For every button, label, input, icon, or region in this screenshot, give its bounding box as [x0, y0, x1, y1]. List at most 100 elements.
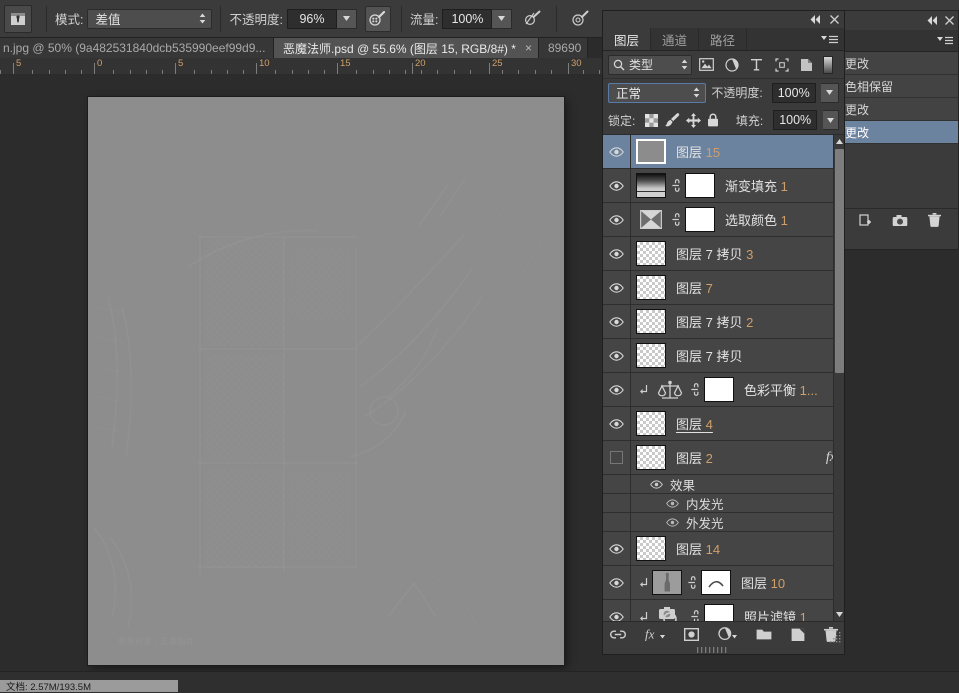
tab-channels[interactable]: 通道: [651, 28, 699, 50]
layer-mask-thumbnail[interactable]: [701, 570, 731, 595]
mask-link-icon[interactable]: [689, 610, 700, 621]
table-row[interactable]: 渐变填充 1: [603, 169, 844, 203]
table-row[interactable]: 图层 15: [603, 135, 844, 169]
table-row[interactable]: 图层 7: [603, 271, 844, 305]
layer-list[interactable]: 图层 15 渐变填充 1: [603, 135, 844, 621]
trash-icon[interactable]: [928, 213, 941, 227]
layer-thumbnail[interactable]: [636, 309, 666, 334]
layer-mask-thumbnail[interactable]: [704, 377, 734, 402]
list-item-effect[interactable]: 外发光: [603, 513, 844, 532]
opacity-dropdown-button[interactable]: [337, 9, 357, 29]
layer-name[interactable]: 图层 7: [676, 278, 713, 297]
collapse-panel-icon[interactable]: [810, 15, 821, 24]
effects-eye-icon[interactable]: [649, 480, 663, 489]
lock-all-button[interactable]: [707, 112, 720, 129]
scroll-up-arrow-icon[interactable]: [834, 135, 844, 148]
layer-fill-dropdown-button[interactable]: [823, 110, 839, 130]
mask-link-icon[interactable]: [689, 383, 700, 396]
layer-name[interactable]: 图层 14: [676, 539, 720, 558]
layer-thumbnail[interactable]: [655, 604, 685, 621]
table-row[interactable]: 选取颜色 1: [603, 203, 844, 237]
filter-shape-layers-button[interactable]: [771, 54, 792, 75]
airbrush-toggle-button[interactable]: [365, 6, 391, 32]
layer-style-button[interactable]: fx: [645, 627, 665, 641]
document-canvas[interactable]: 图虫创意 - 正版图片: [88, 97, 564, 665]
layer-name[interactable]: 色彩平衡 1...: [744, 380, 818, 399]
filter-kind-select[interactable]: 类型: [608, 55, 692, 75]
history-state-list[interactable]: 更改 色相保留 更改 更改: [839, 52, 958, 144]
flow-input[interactable]: 100%: [442, 9, 492, 29]
effect-eye-icon[interactable]: [665, 518, 679, 527]
panel-menu-button[interactable]: [815, 28, 844, 50]
list-item-effects-header[interactable]: 效果: [603, 475, 844, 494]
layer-visibility-toggle[interactable]: [603, 407, 631, 440]
layer-visibility-toggle[interactable]: [603, 373, 631, 406]
add-layer-mask-button[interactable]: [684, 628, 699, 641]
layer-visibility-toggle[interactable]: [603, 169, 631, 202]
layer-thumbnail[interactable]: [652, 570, 682, 595]
layer-thumbnail[interactable]: [636, 343, 666, 368]
layer-blend-mode-select[interactable]: 正常: [608, 83, 706, 103]
layer-name[interactable]: 渐变填充 1: [725, 176, 788, 195]
panel-menu-icon[interactable]: [937, 36, 953, 45]
layer-visibility-toggle[interactable]: [603, 203, 631, 236]
scroll-down-arrow-icon[interactable]: [834, 608, 844, 621]
list-item[interactable]: 色相保留: [839, 75, 958, 98]
filter-pixel-layers-button[interactable]: [696, 54, 717, 75]
layers-panel[interactable]: 图层 通道 路径 类型: [602, 10, 845, 655]
link-layers-button[interactable]: [610, 629, 626, 640]
effects-visibility-toggle[interactable]: [603, 475, 631, 493]
panel-resize-grip[interactable]: [830, 632, 841, 643]
layer-name[interactable]: 图层 7 拷贝 3: [676, 244, 753, 263]
document-tab-3[interactable]: 89690: [539, 38, 588, 58]
table-row[interactable]: 图层 2 fx: [603, 441, 844, 475]
panel-drag-grip[interactable]: [603, 646, 844, 654]
layer-thumbnail[interactable]: [636, 173, 666, 198]
list-item-effect[interactable]: 内发光: [603, 494, 844, 513]
camera-icon[interactable]: [892, 214, 908, 227]
layer-visibility-toggle[interactable]: [603, 600, 631, 621]
layer-visibility-toggle[interactable]: [603, 441, 631, 474]
layer-list-scrollbar[interactable]: [833, 135, 844, 621]
list-item[interactable]: 更改: [839, 98, 958, 121]
flow-dropdown-button[interactable]: [492, 9, 512, 29]
effect-visibility-toggle[interactable]: [603, 513, 631, 531]
layer-thumbnail[interactable]: [636, 139, 666, 164]
layer-thumbnail[interactable]: [655, 377, 685, 402]
table-row[interactable]: 图层 14: [603, 532, 844, 566]
close-panel-icon[interactable]: [945, 16, 954, 25]
tablet-pressure-size-button[interactable]: [567, 6, 593, 32]
layer-name[interactable]: 图层 2: [676, 448, 713, 467]
table-row[interactable]: 图层 7 拷贝: [603, 339, 844, 373]
close-panel-icon[interactable]: [830, 15, 839, 24]
lock-position-button[interactable]: [686, 112, 701, 129]
document-tab-1[interactable]: n.jpg @ 50% (9a482531840dcb535990eef99d9…: [0, 38, 274, 58]
mask-link-icon[interactable]: [686, 576, 697, 589]
layer-mask-thumbnail[interactable]: [704, 604, 734, 621]
layer-mask-thumbnail[interactable]: [685, 173, 715, 198]
document-size-status[interactable]: 文档: 2.57M/193.5M: [0, 680, 178, 692]
table-row[interactable]: 照片滤镜 1: [603, 600, 844, 621]
layer-list-scroll-thumb[interactable]: [835, 149, 844, 373]
layer-name[interactable]: 照片滤镜 1: [744, 607, 807, 621]
filter-smart-object-layers-button[interactable]: [796, 54, 817, 75]
tool-preset-picker[interactable]: [4, 5, 32, 33]
opacity-input[interactable]: 96%: [287, 9, 337, 29]
mask-link-icon[interactable]: [670, 213, 681, 226]
layer-thumbnail[interactable]: [636, 207, 666, 232]
layer-fill-input[interactable]: 100%: [773, 110, 817, 130]
layer-visibility-toggle[interactable]: [603, 271, 631, 304]
mask-link-icon[interactable]: [670, 179, 681, 192]
layer-opacity-input[interactable]: 100%: [772, 83, 816, 103]
close-icon[interactable]: ×: [525, 42, 532, 54]
lock-image-pixels-button[interactable]: [665, 112, 680, 129]
tab-paths[interactable]: 路径: [699, 28, 747, 50]
layer-name[interactable]: 图层 7 拷贝: [676, 346, 742, 365]
layer-thumbnail[interactable]: [636, 275, 666, 300]
layer-thumbnail[interactable]: [636, 411, 666, 436]
new-doc-icon[interactable]: [857, 213, 872, 227]
filter-enable-switch[interactable]: [823, 56, 833, 74]
filter-adjustment-layers-button[interactable]: [721, 54, 742, 75]
table-row[interactable]: 图层 4: [603, 407, 844, 441]
layer-thumbnail[interactable]: [636, 445, 666, 470]
